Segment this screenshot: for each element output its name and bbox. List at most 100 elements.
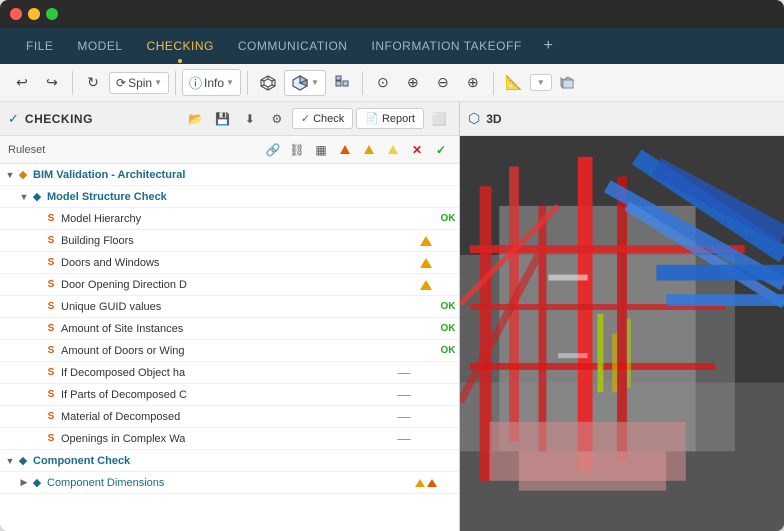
- refresh-button[interactable]: ↻: [79, 69, 107, 97]
- row-label: Model Hierarchy: [61, 213, 141, 225]
- panel-header-actions: 📂 💾 ⬇ ⚙ ✓ Check 📄 Report ⬜: [184, 107, 451, 131]
- row-cell-main: S Building Floors: [0, 234, 393, 248]
- bim-icon: ◆: [30, 476, 44, 490]
- settings-button[interactable]: ⚙: [265, 107, 289, 131]
- row-cell-main: S Openings in Complex Wa: [0, 432, 393, 446]
- table-row[interactable]: S Material of Decomposed —: [0, 406, 459, 428]
- row-col1: —: [393, 365, 415, 380]
- table-row[interactable]: S Unique GUID values OK: [0, 296, 459, 318]
- zoom-window-button[interactable]: ⊕: [459, 69, 487, 97]
- row-label: If Parts of Decomposed C: [61, 389, 187, 401]
- status-dash: —: [398, 409, 411, 424]
- expand-icon: [32, 345, 44, 357]
- toolbar-separator-5: [493, 71, 494, 95]
- undo-button[interactable]: ↩: [8, 69, 36, 97]
- row-col1: —: [393, 431, 415, 446]
- s-icon: S: [44, 432, 58, 446]
- maximize-panel-button[interactable]: ⬜: [427, 107, 451, 131]
- row-label: Door Opening Direction D: [61, 279, 187, 291]
- spin-icon: ⟳: [116, 76, 126, 90]
- status-ok: OK: [441, 301, 456, 312]
- left-panel: ✓ CHECKING 📂 💾 ⬇ ⚙ ✓ Check 📄 Report ⬜: [0, 102, 460, 531]
- table-row[interactable]: ▶ ◆ Component Dimensions: [0, 472, 459, 494]
- table-row[interactable]: ▼ ◆ Component Check: [0, 450, 459, 472]
- warn-col2-icon: [359, 140, 379, 160]
- view-dropdown[interactable]: ▼: [284, 70, 326, 96]
- toolbar-separator-3: [247, 71, 248, 95]
- menu-checking[interactable]: CHECKING: [137, 35, 224, 57]
- table-row[interactable]: ▼ ◆ Model Structure Check: [0, 186, 459, 208]
- row-label: Amount of Doors or Wing: [61, 345, 185, 357]
- explode-button[interactable]: [328, 69, 356, 97]
- close-button[interactable]: [10, 8, 22, 20]
- table-row[interactable]: S If Parts of Decomposed C —: [0, 384, 459, 406]
- redo-button[interactable]: ↪: [38, 69, 66, 97]
- menu-model[interactable]: MODEL: [67, 35, 132, 57]
- panel-header: ✓ CHECKING 📂 💾 ⬇ ⚙ ✓ Check 📄 Report ⬜: [0, 102, 459, 136]
- view-cube-icon: [560, 75, 576, 91]
- cube-wireframe-button[interactable]: [254, 69, 282, 97]
- measure-arrow-icon: ▼: [537, 78, 545, 87]
- expand-icon[interactable]: ▼: [4, 455, 16, 467]
- table-row[interactable]: S Amount of Doors or Wing OK: [0, 340, 459, 362]
- row-col3: OK: [437, 301, 459, 312]
- expand-icon: [32, 235, 44, 247]
- s-icon: S: [44, 256, 58, 270]
- zoom-out-button[interactable]: ⊖: [429, 69, 457, 97]
- table-icon[interactable]: ▦: [311, 140, 331, 160]
- row-label: Component Check: [33, 455, 130, 467]
- check-button[interactable]: ✓ Check: [292, 108, 353, 129]
- s-icon: S: [44, 322, 58, 336]
- report-button[interactable]: 📄 Report: [356, 108, 424, 129]
- row-cell-main: S Doors and Windows: [0, 256, 393, 270]
- table-row[interactable]: S Openings in Complex Wa —: [0, 428, 459, 450]
- save-button[interactable]: 💾: [211, 107, 235, 131]
- menu-add[interactable]: +: [536, 33, 562, 59]
- expand-icon: [32, 367, 44, 379]
- expand-icon[interactable]: ▼: [4, 169, 16, 181]
- row-cell-main: S Material of Decomposed: [0, 410, 393, 424]
- toolbar: ↩ ↪ ↻ ⟳ Spin ▼ ⓘ Info ▼: [0, 64, 784, 102]
- unlink-icon[interactable]: ⛓: [287, 140, 307, 160]
- table-row[interactable]: S Building Floors: [0, 230, 459, 252]
- minimize-button[interactable]: [28, 8, 40, 20]
- main-window: FILE MODEL CHECKING COMMUNICATION INFORM…: [0, 0, 784, 531]
- expand-icon[interactable]: ▼: [18, 191, 30, 203]
- table-row[interactable]: S Amount of Site Instances OK: [0, 318, 459, 340]
- download-button[interactable]: ⬇: [238, 107, 262, 131]
- link-icon[interactable]: 🔗: [263, 140, 283, 160]
- status-ok: OK: [441, 323, 456, 334]
- row-col2: [415, 479, 437, 487]
- menu-bar: FILE MODEL CHECKING COMMUNICATION INFORM…: [0, 28, 784, 64]
- table-row[interactable]: S Model Hierarchy OK: [0, 208, 459, 230]
- table-row[interactable]: ▼ ◆ BIM Validation - Architectural: [0, 164, 459, 186]
- table-row[interactable]: S Door Opening Direction D: [0, 274, 459, 296]
- open-folder-button[interactable]: 📂: [184, 107, 208, 131]
- check-icon: ✓: [301, 112, 310, 125]
- maximize-button[interactable]: [46, 8, 58, 20]
- menu-information-takeoff[interactable]: INFORMATION TAKEOFF: [361, 35, 531, 57]
- toolbar-separator-1: [72, 71, 73, 95]
- spin-dropdown[interactable]: ⟳ Spin ▼: [109, 72, 169, 94]
- menu-file[interactable]: FILE: [16, 35, 63, 57]
- measure-dropdown[interactable]: ▼: [530, 74, 552, 91]
- measure-button[interactable]: 📐: [500, 69, 528, 97]
- bim-icon: ◆: [16, 168, 30, 182]
- zoom-fit-button[interactable]: ⊙: [369, 69, 397, 97]
- table-row[interactable]: S If Decomposed Object ha —: [0, 362, 459, 384]
- viewport-3d[interactable]: [460, 136, 784, 531]
- zoom-in-button[interactable]: ⊕: [399, 69, 427, 97]
- info-dropdown[interactable]: ⓘ Info ▼: [182, 69, 241, 96]
- info-label: Info: [204, 76, 224, 90]
- ruleset-toolbar: Ruleset 🔗 ⛓ ▦ ✕ ✓: [0, 136, 459, 164]
- view-cube-button[interactable]: [554, 69, 582, 97]
- row-cell-main: S Unique GUID values: [0, 300, 393, 314]
- row-cell-main: S Model Hierarchy: [0, 212, 393, 226]
- expand-icon: [32, 301, 44, 313]
- menu-communication[interactable]: COMMUNICATION: [228, 35, 358, 57]
- status-dash: —: [398, 365, 411, 380]
- bim-icon: ◆: [16, 454, 30, 468]
- s-icon: S: [44, 344, 58, 358]
- table-row[interactable]: S Doors and Windows: [0, 252, 459, 274]
- expand-icon[interactable]: ▶: [18, 477, 30, 489]
